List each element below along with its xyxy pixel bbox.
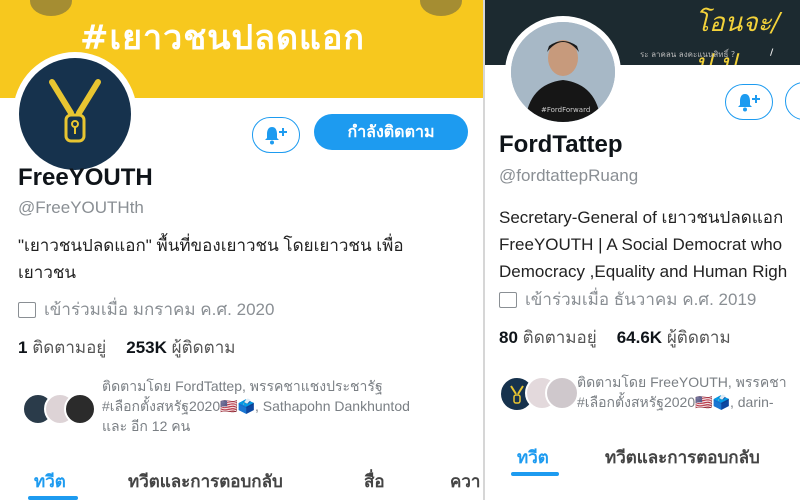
followers-label: ผู้ติดตาม bbox=[666, 328, 731, 347]
bio-line: "เยาวชนปลดแอก" พื้นที่ของเยาวชน โดยเยาวช… bbox=[18, 236, 404, 255]
following-stat[interactable]: 1 ติดตามอยู่ bbox=[18, 334, 106, 361]
avatar-caption: #FordForward bbox=[541, 106, 591, 114]
profile-bio: "เยาวชนปลดแอก" พื้นที่ของเยาวชน โดยเยาวช… bbox=[18, 232, 478, 286]
profile-name: FordTattep bbox=[499, 131, 623, 158]
following-count: 80 bbox=[499, 328, 518, 347]
followers-label: ผู้ติดตาม bbox=[171, 338, 236, 357]
freeyouth-logo-icon bbox=[49, 79, 101, 143]
follower-avatar[interactable] bbox=[545, 376, 579, 410]
joined-date: เข้าร่วมเมื่อ ธันวาคม ค.ศ. 2019 bbox=[499, 286, 756, 313]
banner-hashtag: #เยาวชนปลดแอก bbox=[80, 18, 365, 58]
followers-stat[interactable]: 253K ผู้ติดตาม bbox=[126, 334, 235, 361]
following-label: ติดตามอยู่ bbox=[522, 328, 597, 347]
bio-line: เยาวชน bbox=[18, 263, 77, 282]
following-count: 1 bbox=[18, 338, 28, 357]
bell-plus-icon bbox=[265, 127, 287, 145]
avatar[interactable] bbox=[13, 52, 137, 176]
followed-by-text[interactable]: ติดตามโดย FreeYOUTH, พรรคชา #เลือกตั้งสห… bbox=[577, 372, 787, 412]
tab-tweets[interactable]: ทวีต bbox=[517, 444, 605, 471]
profile-handle: @FreeYOUTHth bbox=[18, 198, 144, 217]
followers-stat[interactable]: 64.6K ผู้ติดตาม bbox=[617, 324, 731, 351]
followed-by-line: ติดตามโดย FordTattep, พรรคชาแชงประชารัฐ bbox=[102, 378, 383, 394]
joined-text: เข้าร่วมเมื่อ มกราคม ค.ศ. 2020 bbox=[44, 300, 275, 319]
follow-stats: 1 ติดตามอยู่ 253K ผู้ติดตาม bbox=[18, 334, 235, 361]
followers-count: 64.6K bbox=[616, 328, 663, 347]
followed-by-line: ติดตามโดย FreeYOUTH, พรรคชา bbox=[577, 374, 787, 390]
profile-name: FreeYOUTH bbox=[18, 164, 153, 191]
follower-avatar[interactable] bbox=[64, 393, 96, 425]
notify-bell-button[interactable] bbox=[252, 117, 300, 153]
profile-handle: @fordtattepRuang bbox=[499, 166, 639, 185]
tab-media[interactable]: สื่อ bbox=[364, 468, 450, 495]
followed-by-line: #เลือกตั้งสหรัฐ2020🇺🇸🗳️, darin- bbox=[577, 394, 774, 410]
follow-stats: 80 ติดตามอยู่ 64.6K ผู้ติดตาม bbox=[499, 324, 731, 351]
tab-tweets-replies[interactable]: ทวีตและการตอบกลับ bbox=[605, 444, 760, 471]
profile-tabs: ทวีต ทวีตและการตอบกลับ สื่อ ควา bbox=[34, 468, 480, 495]
profile-bio: Secretary-General of เยาวชนปลดแอก FreeYO… bbox=[499, 204, 800, 285]
following-label: ติดตามอยู่ bbox=[32, 338, 107, 357]
calendar-icon bbox=[18, 301, 36, 318]
follow-button-partial[interactable] bbox=[785, 82, 800, 120]
followed-by-line: และ อีก 12 คน bbox=[102, 418, 191, 434]
following-stat[interactable]: 80 ติดตามอยู่ bbox=[499, 324, 597, 351]
bio-line: FreeYOUTH | A Social Democrat who bbox=[499, 235, 783, 254]
profile-panel-freeyouth: #เยาวชนปลดแอก กำลังติดตาม FreeYOUTH @Fre… bbox=[0, 0, 483, 500]
active-tab-indicator bbox=[28, 496, 78, 500]
banner-small-text: ระ ลาคลน ลงคะแนนสิทธิ์ ? bbox=[640, 50, 736, 59]
tab-likes[interactable]: ควา bbox=[450, 468, 480, 495]
banner-small-text: / bbox=[770, 48, 774, 58]
following-button[interactable]: กำลังติดตาม bbox=[314, 114, 468, 150]
notify-bell-button[interactable] bbox=[725, 84, 773, 120]
joined-text: เข้าร่วมเมื่อ ธันวาคม ค.ศ. 2019 bbox=[525, 290, 757, 309]
joined-date: เข้าร่วมเมื่อ มกราคม ค.ศ. 2020 bbox=[18, 296, 274, 323]
calendar-icon bbox=[499, 291, 517, 308]
bio-line: Democracy ,Equality and Human Righ bbox=[499, 262, 788, 281]
bio-line: Secretary-General of เยาวชนปลดแอก bbox=[499, 208, 784, 227]
tab-tweets[interactable]: ทวีต bbox=[34, 468, 128, 495]
bell-plus-icon bbox=[738, 94, 760, 112]
followers-count: 253K bbox=[126, 338, 167, 357]
active-tab-indicator bbox=[511, 472, 559, 476]
profile-tabs: ทวีต ทวีตและการตอบกลับ bbox=[517, 444, 760, 471]
avatar[interactable]: #FordForward bbox=[505, 16, 621, 128]
followed-by-line: #เลือกตั้งสหรัฐ2020🇺🇸🗳️, Sathapohn Dankh… bbox=[102, 398, 410, 414]
followed-by-text[interactable]: ติดตามโดย FordTattep, พรรคชาแชงประชารัฐ … bbox=[102, 376, 410, 436]
profile-panel-fordtattep: โอนจะ/ป.ป. ระ ลาคลน ลงคะแนนสิทธิ์ ? / #F… bbox=[485, 0, 800, 500]
tab-tweets-replies[interactable]: ทวีตและการตอบกลับ bbox=[128, 468, 364, 495]
